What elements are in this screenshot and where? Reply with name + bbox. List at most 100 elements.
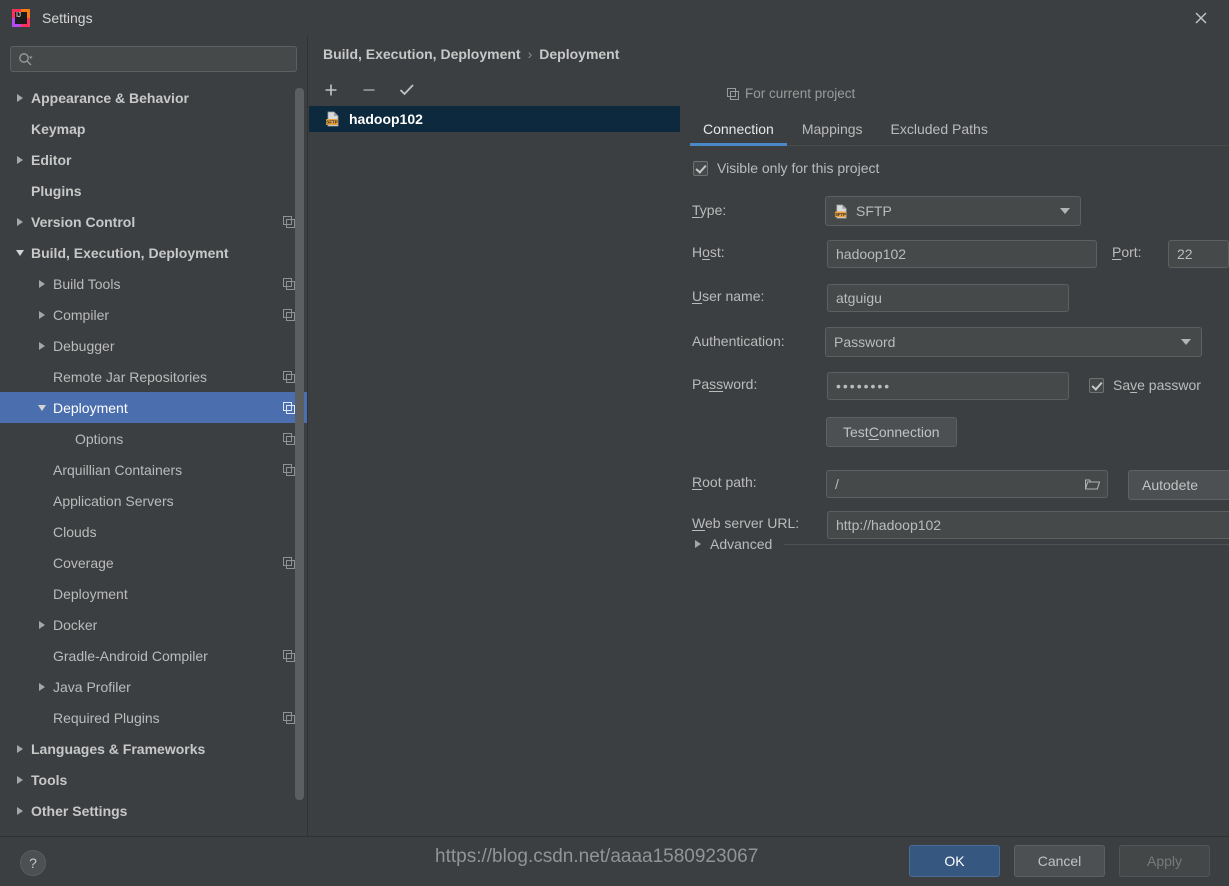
sidebar-item-label: Gradle-Android Compiler <box>53 647 208 664</box>
sidebar-item-arquillian-containers[interactable]: Arquillian Containers <box>0 454 307 485</box>
chevron-right-icon[interactable] <box>36 619 47 630</box>
search-box[interactable] <box>10 46 297 72</box>
close-icon[interactable] <box>1173 0 1229 36</box>
chevron-right-icon[interactable] <box>14 743 25 754</box>
connection-form: Visible only for this project Type: SFTP <box>681 156 1229 550</box>
folder-icon[interactable] <box>1085 478 1100 491</box>
authentication-combo[interactable]: Password <box>825 327 1202 357</box>
chevron-right-icon[interactable] <box>14 154 25 165</box>
tab-excluded-paths[interactable]: Excluded Paths <box>877 114 1002 145</box>
save-password-checkbox-row[interactable]: Save passwor <box>1089 377 1201 393</box>
root-path-input[interactable]: / <box>826 470 1108 498</box>
tab-mappings[interactable]: Mappings <box>788 114 877 145</box>
sidebar-item-version-control[interactable]: Version Control <box>0 206 307 237</box>
autodetect-label: Autodete <box>1142 477 1199 493</box>
port-input[interactable]: 22 <box>1168 240 1229 268</box>
sidebar-item-label: Languages & Frameworks <box>31 740 206 757</box>
chevron-right-icon[interactable] <box>14 805 25 816</box>
minus-icon[interactable] <box>359 80 379 100</box>
visible-only-checkbox[interactable] <box>693 160 708 176</box>
copy-icon <box>283 215 295 228</box>
plus-icon[interactable] <box>321 80 341 100</box>
sidebar-item-label: Java Profiler <box>53 678 131 695</box>
password-input[interactable]: •••••••• <box>827 372 1069 400</box>
breadcrumb-parent: Build, Execution, Deployment <box>323 46 521 62</box>
sidebar-item-build-execution-deployment[interactable]: Build, Execution, Deployment <box>0 237 307 268</box>
sidebar-item-tools[interactable]: Tools <box>0 764 307 795</box>
sidebar-item-debugger[interactable]: Debugger <box>0 330 307 361</box>
sidebar-item-appearance-behavior[interactable]: Appearance & Behavior <box>0 82 307 113</box>
server-column: Build, Execution, Deployment › Deployment … <box>309 36 680 836</box>
sidebar-item-java-profiler[interactable]: Java Profiler <box>0 671 307 702</box>
sidebar-item-options[interactable]: Options <box>0 423 307 454</box>
sidebar-scrollbar-thumb[interactable] <box>295 88 304 800</box>
username-input[interactable]: atguigu <box>827 284 1069 312</box>
chevron-right-icon[interactable] <box>14 774 25 785</box>
type-combo[interactable]: SFTP SFTP <box>825 196 1081 226</box>
port-value: 22 <box>1177 246 1193 262</box>
sidebar-item-other-settings[interactable]: Other Settings <box>0 795 307 826</box>
server-list-item[interactable]: SFTP hadoop102 <box>309 106 680 132</box>
apply-button[interactable]: Apply <box>1119 845 1210 877</box>
root-path-row: Root path: / Autodete <box>681 462 1229 506</box>
root-path-value: / <box>835 476 839 492</box>
search-input[interactable] <box>33 50 296 68</box>
chevron-right-icon[interactable] <box>36 309 47 320</box>
sidebar-item-keymap[interactable]: Keymap <box>0 113 307 144</box>
sidebar-item-label: Remote Jar Repositories <box>53 368 208 385</box>
sidebar-scrollbar[interactable] <box>295 88 304 800</box>
advanced-section[interactable]: Advanced <box>695 536 1229 552</box>
sidebar-item-label: Deployment <box>53 585 128 602</box>
web-server-url-input[interactable]: http://hadoop102 <box>827 511 1229 539</box>
sidebar-item-clouds[interactable]: Clouds <box>0 516 307 547</box>
chevron-right-icon[interactable] <box>36 681 47 692</box>
ok-button[interactable]: OK <box>909 845 1000 877</box>
chevron-right-icon[interactable] <box>36 278 47 289</box>
connection-detail-panel: For current project Connection Mappings Ex… <box>681 36 1229 836</box>
autodetect-button[interactable]: Autodete <box>1128 470 1229 500</box>
host-input[interactable]: hadoop102 <box>827 240 1097 268</box>
sidebar-item-editor[interactable]: Editor <box>0 144 307 175</box>
breadcrumb-current: Deployment <box>539 46 620 62</box>
sidebar-item-remote-jar-repositories[interactable]: Remote Jar Repositories <box>0 361 307 392</box>
settings-dialog: Settings Appearance & Behavior Keymap Edit… <box>0 0 1229 886</box>
type-row: Type: SFTP SFTP <box>681 192 1229 236</box>
chevron-right-icon[interactable] <box>36 340 47 351</box>
sidebar-item-label: Coverage <box>53 554 114 571</box>
web-server-url-label: Web server URL: <box>692 515 800 531</box>
test-connection-button[interactable]: Test Connection <box>826 417 957 447</box>
search-icon <box>18 52 33 67</box>
chevron-right-icon[interactable] <box>14 92 25 103</box>
sidebar-item-languages-frameworks[interactable]: Languages & Frameworks <box>0 733 307 764</box>
search-wrapper <box>0 36 307 72</box>
sidebar-item-docker[interactable]: Docker <box>0 609 307 640</box>
check-icon[interactable] <box>397 80 417 100</box>
sidebar-item-label: Options <box>75 430 124 447</box>
save-password-checkbox[interactable] <box>1089 377 1104 393</box>
sidebar-item-build-tools[interactable]: Build Tools <box>0 268 307 299</box>
sidebar-item-plugins[interactable]: Plugins <box>0 175 307 206</box>
sidebar-item-coverage[interactable]: Coverage <box>0 547 307 578</box>
sidebar-item-label: Plugins <box>31 182 82 199</box>
sidebar-item-application-servers[interactable]: Application Servers <box>0 485 307 516</box>
chevron-down-icon[interactable] <box>14 247 25 258</box>
sidebar-item-compiler[interactable]: Compiler <box>0 299 307 330</box>
chevron-right-icon[interactable] <box>14 216 25 227</box>
chevron-down-icon <box>1181 339 1191 345</box>
sidebar-item-required-plugins[interactable]: Required Plugins <box>0 702 307 733</box>
sidebar-item-label: Other Settings <box>31 802 128 819</box>
sidebar-item-gradle-android-compiler[interactable]: Gradle-Android Compiler <box>0 640 307 671</box>
dialog-footer: ? OK Cancel Apply <box>0 836 1229 886</box>
help-button[interactable]: ? <box>20 850 46 876</box>
test-connection-row: Test Connection <box>681 412 1229 462</box>
tab-connection[interactable]: Connection <box>689 114 788 146</box>
sidebar-item-deployment[interactable]: Deployment <box>0 392 307 423</box>
sidebar-item-deployment[interactable]: Deployment <box>0 578 307 609</box>
username-label: User name: <box>692 288 765 304</box>
sidebar-item-label: Tools <box>31 771 68 788</box>
chevron-down-icon[interactable] <box>36 402 47 413</box>
cancel-button[interactable]: Cancel <box>1014 845 1105 877</box>
visible-only-checkbox-row[interactable]: Visible only for this project <box>693 160 879 176</box>
authentication-label: Authentication: <box>692 333 785 349</box>
scope-note: For current project <box>727 86 855 101</box>
